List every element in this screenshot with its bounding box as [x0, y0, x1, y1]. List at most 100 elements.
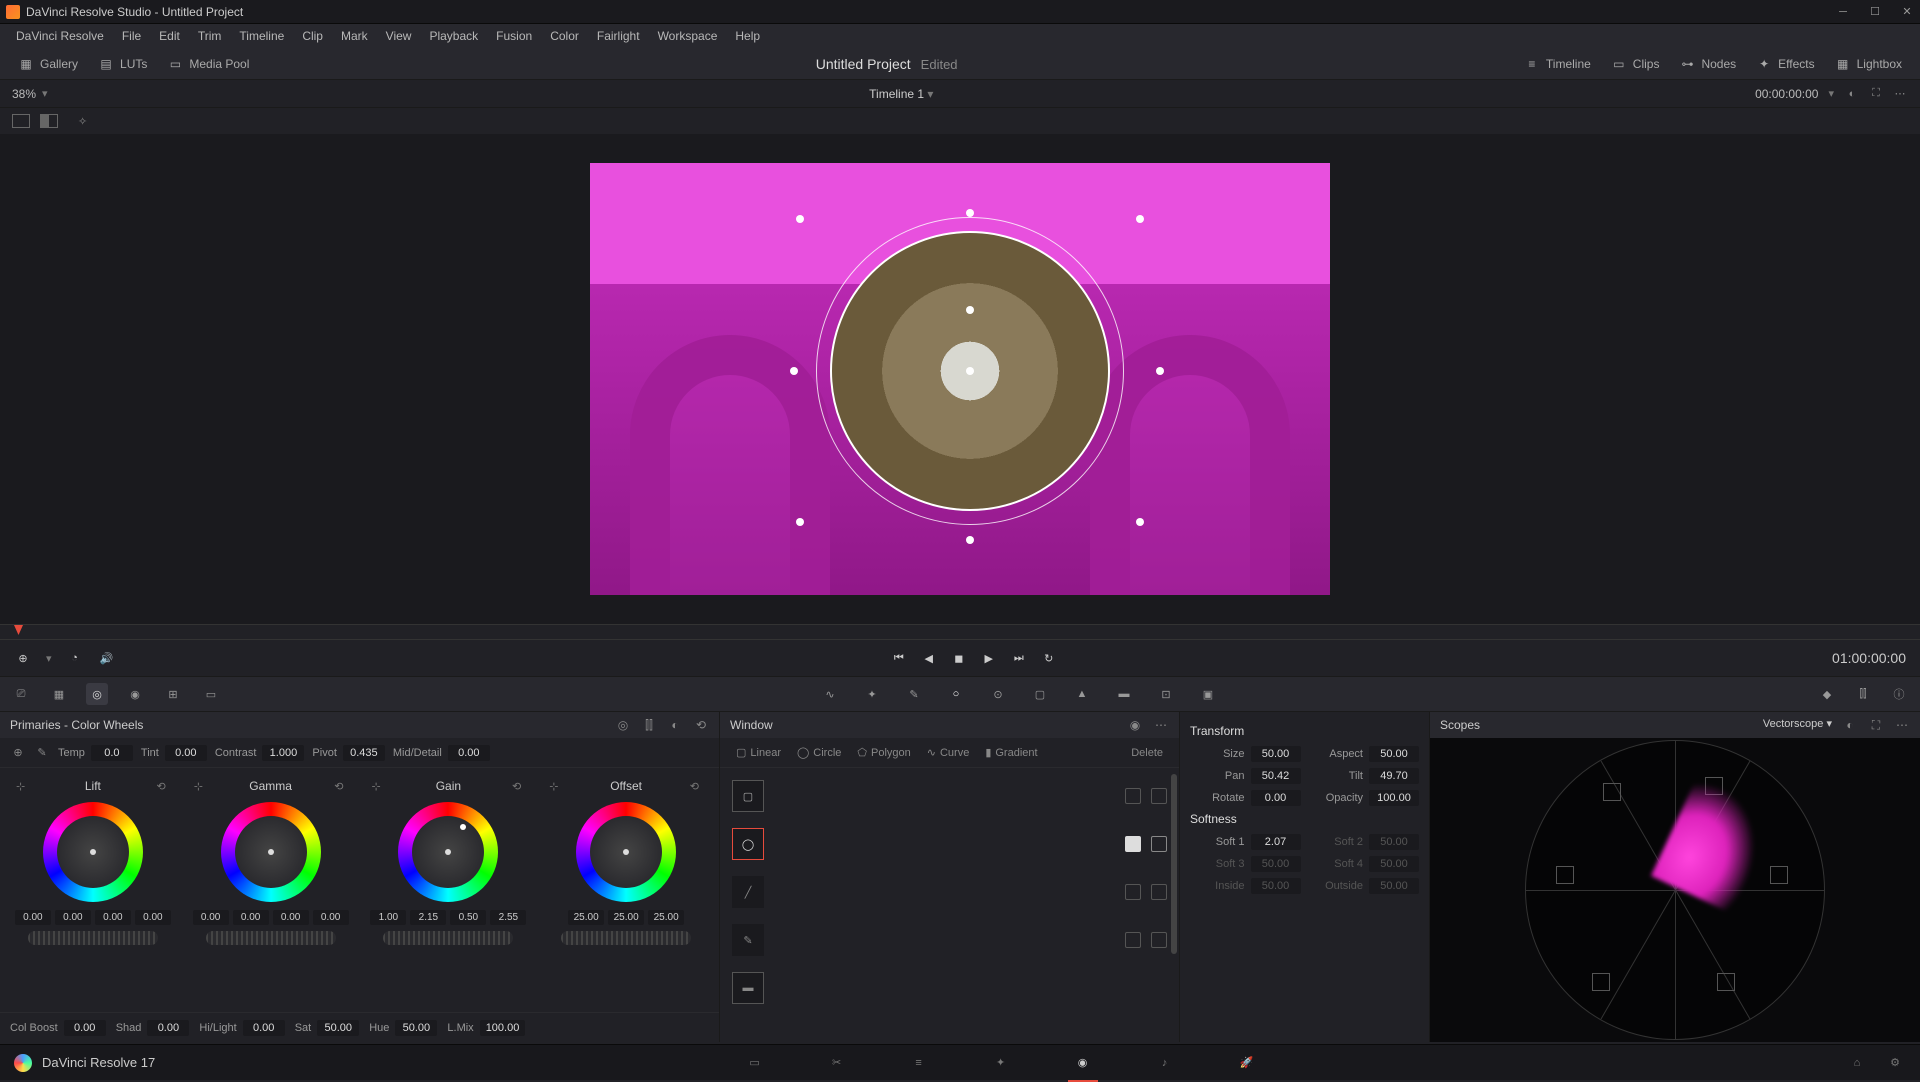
- viewer-timecode[interactable]: 00:00:00:00: [1755, 87, 1818, 101]
- soft1-value[interactable]: 2.07: [1251, 834, 1301, 850]
- auto-balance-icon[interactable]: ⊕: [10, 745, 26, 761]
- shape-row-gradient[interactable]: ▬: [726, 966, 1173, 1010]
- wheel-picker-icon[interactable]: ⊹: [16, 780, 25, 793]
- color-match-icon[interactable]: ▦: [48, 683, 70, 705]
- sat-value[interactable]: 50.00: [317, 1020, 359, 1036]
- cut-page-icon[interactable]: ✂: [826, 1052, 848, 1074]
- next-clip-button[interactable]: ⏭: [1010, 649, 1028, 667]
- invert-toggle[interactable]: [1151, 836, 1167, 852]
- offset-jog[interactable]: [561, 931, 691, 945]
- warper-icon[interactable]: ✦: [861, 683, 883, 705]
- picker-icon[interactable]: ✎: [34, 745, 50, 761]
- mask-bounding-box[interactable]: [800, 219, 1140, 522]
- wheel-picker-icon[interactable]: ⊹: [194, 780, 203, 793]
- menu-fairlight[interactable]: Fairlight: [589, 26, 648, 46]
- channel-value[interactable]: 0.00: [233, 910, 269, 925]
- wheels-mode-icon[interactable]: ◎: [615, 717, 631, 733]
- menu-edit[interactable]: Edit: [151, 26, 188, 46]
- gain-wheel[interactable]: [398, 802, 498, 902]
- stop-button[interactable]: ◼: [950, 649, 968, 667]
- tc-dropdown-icon[interactable]: ▾: [1828, 87, 1834, 100]
- settings-icon[interactable]: ⚙: [1884, 1052, 1906, 1074]
- clips-button[interactable]: ▭Clips: [1603, 52, 1668, 76]
- key-icon[interactable]: ▬: [1113, 683, 1135, 705]
- handle-mr[interactable]: [1156, 367, 1164, 375]
- reverse-button[interactable]: ◀: [920, 649, 938, 667]
- colboost-value[interactable]: 0.00: [64, 1020, 106, 1036]
- wheel-picker-icon[interactable]: ⊹: [549, 780, 558, 793]
- qualifier-icon[interactable]: ✎: [903, 683, 925, 705]
- prev-clip-button[interactable]: ⏮: [890, 649, 908, 667]
- timeline-button[interactable]: ≡Timeline: [1516, 52, 1599, 76]
- menu-fusion[interactable]: Fusion: [488, 26, 540, 46]
- wheels-icon[interactable]: ◎: [86, 683, 108, 705]
- log-mode-icon[interactable]: ◐: [667, 717, 683, 733]
- offset-wheel[interactable]: [576, 802, 676, 902]
- menu-mark[interactable]: Mark: [333, 26, 376, 46]
- channel-value[interactable]: 2.55: [490, 910, 526, 925]
- menu-clip[interactable]: Clip: [294, 26, 331, 46]
- opacity-value[interactable]: 100.00: [1369, 790, 1419, 806]
- shape-row-linear[interactable]: ▢: [726, 774, 1173, 818]
- handle-bl[interactable]: [796, 518, 804, 526]
- channel-value[interactable]: 25.00: [568, 910, 604, 925]
- menu-help[interactable]: Help: [727, 26, 768, 46]
- lift-jog[interactable]: [28, 931, 158, 945]
- wheel-reset-icon[interactable]: ⟲: [334, 780, 343, 793]
- middetail-value[interactable]: 0.00: [448, 745, 490, 761]
- handle-bc[interactable]: [966, 536, 974, 544]
- curves-icon[interactable]: ∿: [819, 683, 841, 705]
- menu-playback[interactable]: Playback: [421, 26, 486, 46]
- menu-timeline[interactable]: Timeline: [231, 26, 292, 46]
- tilt-value[interactable]: 49.70: [1369, 768, 1419, 784]
- unmix-icon[interactable]: ◔: [66, 649, 84, 667]
- bars-mode-icon[interactable]: ⫿⫿: [641, 717, 657, 733]
- scope-type-dropdown[interactable]: Vectorscope ▾: [1763, 717, 1832, 733]
- channel-value[interactable]: 0.00: [273, 910, 309, 925]
- shape-row-pen2[interactable]: ✎: [726, 918, 1173, 962]
- invert-toggle[interactable]: [1151, 932, 1167, 948]
- split-icon[interactable]: [40, 114, 58, 128]
- handle-br[interactable]: [1136, 518, 1144, 526]
- hue-value[interactable]: 50.00: [395, 1020, 437, 1036]
- mask-toggle[interactable]: [1125, 836, 1141, 852]
- shape-row-pen[interactable]: ╱: [726, 870, 1173, 914]
- oc-dropdown-icon[interactable]: ▾: [46, 652, 52, 665]
- deliver-page-icon[interactable]: 🚀: [1236, 1052, 1258, 1074]
- luts-button[interactable]: ▤LUTs: [90, 52, 155, 76]
- handle-inner-t[interactable]: [966, 306, 974, 314]
- rotate-value[interactable]: 0.00: [1251, 790, 1301, 806]
- magic-mask-icon[interactable]: ▢: [1029, 683, 1051, 705]
- color-page-icon[interactable]: ◉: [1072, 1052, 1094, 1074]
- maximize-button[interactable]: ☐: [1868, 5, 1882, 19]
- lightbox-button[interactable]: ▦Lightbox: [1827, 52, 1910, 76]
- zoom-value[interactable]: 38%: [12, 87, 36, 101]
- scope-expand-icon[interactable]: ⛶: [1868, 717, 1884, 733]
- 3d-icon[interactable]: ▣: [1197, 683, 1219, 705]
- mask-toggle[interactable]: [1125, 932, 1141, 948]
- play-button[interactable]: ▶: [980, 649, 998, 667]
- camera-raw-icon[interactable]: ⎚: [10, 683, 32, 705]
- fusion-page-icon[interactable]: ✦: [990, 1052, 1012, 1074]
- minimize-button[interactable]: ─: [1836, 5, 1850, 19]
- loop-button[interactable]: ↻: [1040, 649, 1058, 667]
- menu-trim[interactable]: Trim: [190, 26, 230, 46]
- channel-value[interactable]: 25.00: [648, 910, 684, 925]
- wheel-reset-icon[interactable]: ⟲: [157, 780, 166, 793]
- wheel-picker-icon[interactable]: ⊹: [372, 780, 381, 793]
- gain-jog[interactable]: [383, 931, 513, 945]
- scrollbar[interactable]: [1171, 774, 1177, 954]
- mediapool-button[interactable]: ▭Media Pool: [159, 52, 257, 76]
- gamma-wheel[interactable]: [221, 802, 321, 902]
- wheel-reset-icon[interactable]: ⟲: [512, 780, 521, 793]
- handle-ml[interactable]: [790, 367, 798, 375]
- circle-shape-button[interactable]: ◯Circle: [791, 743, 847, 762]
- channel-value[interactable]: 0.00: [95, 910, 131, 925]
- edit-page-icon[interactable]: ≡: [908, 1052, 930, 1074]
- contrast-value[interactable]: 1.000: [262, 745, 304, 761]
- channel-value[interactable]: 0.00: [193, 910, 229, 925]
- menu-workspace[interactable]: Workspace: [650, 26, 726, 46]
- invert-toggle[interactable]: [1151, 884, 1167, 900]
- gallery-button[interactable]: ▦Gallery: [10, 52, 86, 76]
- expand-icon[interactable]: ⛶: [1868, 86, 1884, 102]
